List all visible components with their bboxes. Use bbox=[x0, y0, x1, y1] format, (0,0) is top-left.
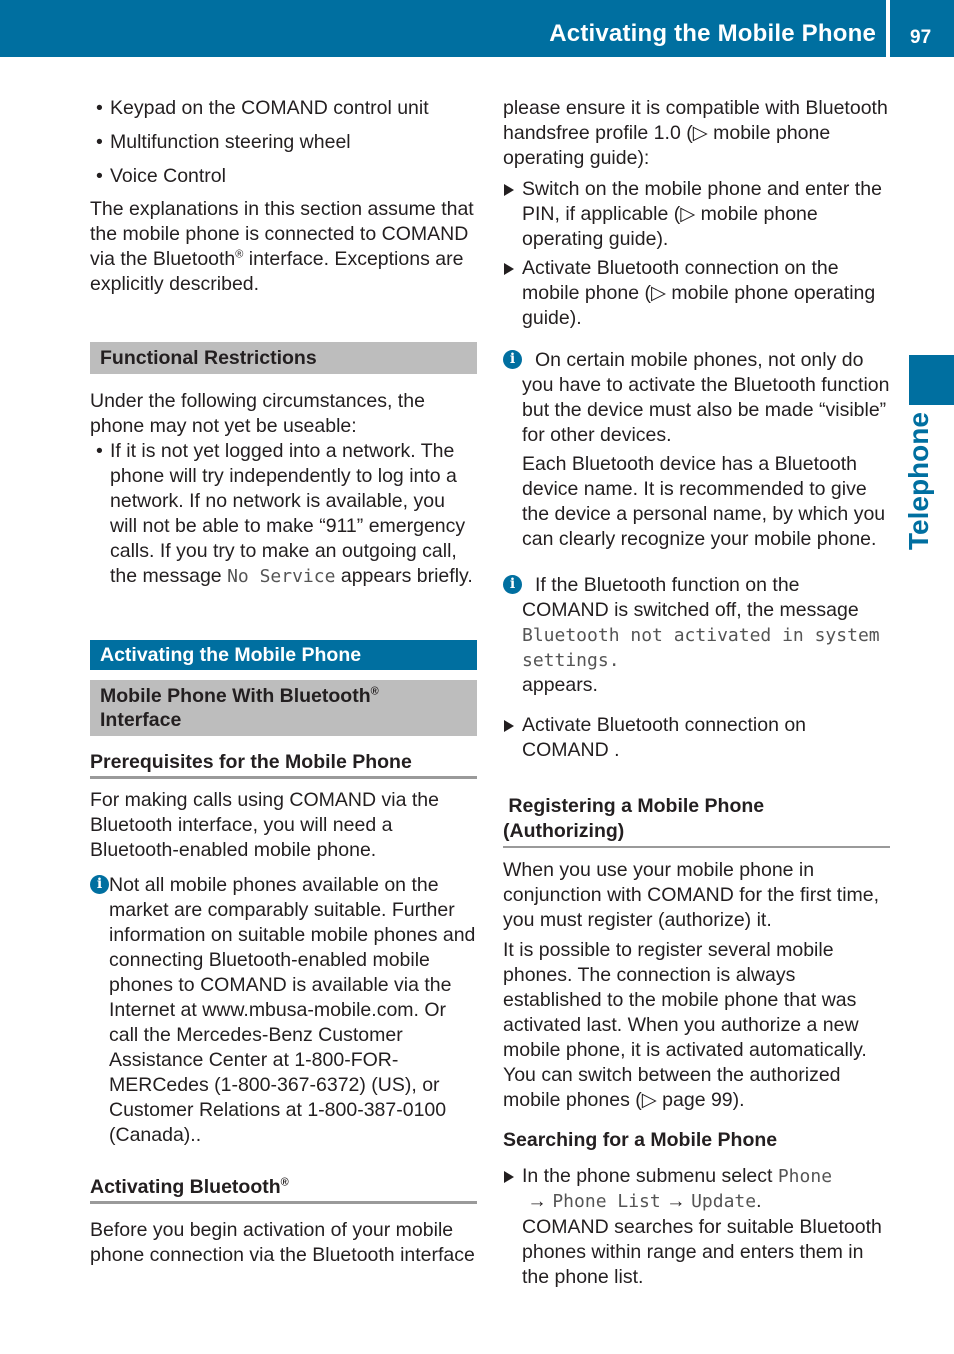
menu-item-phone-list: Phone List bbox=[552, 1191, 661, 1212]
section-heading-functional-restrictions: Functional Restrictions bbox=[90, 342, 477, 374]
subheading-registering: Registering a Mobile Phone (Authorizing) bbox=[503, 795, 770, 842]
subheading-prerequisites: Prerequisites for the Mobile Phone bbox=[90, 750, 477, 779]
list-item: Keypad on the COMAND control unit bbox=[90, 96, 477, 121]
status-message-code: No Service bbox=[227, 566, 336, 587]
info-note: i If the Bluetooth function on the COMAN… bbox=[503, 573, 890, 698]
subheading-activating-bluetooth: Activating Bluetooth® bbox=[90, 1175, 477, 1204]
section-heading-activating: Activating the Mobile Phone bbox=[90, 640, 477, 670]
section-heading-bluetooth-interface: Mobile Phone With Bluetooth® Interface bbox=[90, 680, 477, 736]
info-note: i Not all mobile phones available on the… bbox=[90, 873, 477, 1148]
step-arrow-icon bbox=[504, 720, 514, 732]
step-item: In the phone submenu select Phone → Phon… bbox=[503, 1164, 890, 1290]
right-column: please ensure it is compatible with Blue… bbox=[503, 96, 890, 1290]
step-arrow-icon bbox=[504, 184, 514, 196]
registering-para-2: It is possible to register several mobil… bbox=[503, 939, 867, 1111]
intro-paragraph: The explanations in this section assume … bbox=[90, 198, 474, 295]
restriction-item: If it is not yet logged into a network. … bbox=[90, 439, 477, 589]
side-tab-telephone: Telephone bbox=[903, 412, 934, 550]
search-result-text: COMAND searches for suitable Bluetooth p… bbox=[522, 1216, 882, 1288]
step-item: Switch on the mobile phone and enter the… bbox=[503, 177, 890, 252]
info-icon: i bbox=[503, 575, 522, 594]
menu-item-phone: Phone bbox=[777, 1166, 833, 1187]
registering-para-1: When you use your mobile phone in conjun… bbox=[503, 859, 880, 931]
side-tab-marker bbox=[909, 355, 954, 405]
subheading-searching: Searching for a Mobile Phone bbox=[503, 1129, 778, 1151]
left-column: Keypad on the COMAND control unit Multif… bbox=[90, 96, 477, 1268]
page-number: 97 bbox=[910, 27, 932, 48]
status-message-code: Bluetooth not activated in system settin… bbox=[522, 625, 880, 671]
header-divider bbox=[886, 0, 890, 57]
info-icon: i bbox=[503, 350, 522, 369]
step-arrow-icon bbox=[504, 263, 514, 275]
arrow-icon: → bbox=[666, 1190, 686, 1212]
prerequisites-text: For making calls using COMAND via the Bl… bbox=[90, 789, 439, 861]
header-title: Activating the Mobile Phone bbox=[549, 20, 876, 47]
list-item: Voice Control bbox=[90, 164, 477, 189]
page-header: Activating the Mobile Phone 97 bbox=[0, 0, 954, 57]
activating-bluetooth-text: Before you begin activation of your mobi… bbox=[90, 1219, 475, 1266]
list-item: Multifunction steering wheel bbox=[90, 130, 477, 155]
info-note: i On certain mobile phones, not only do … bbox=[503, 348, 890, 552]
step-item: Activate Bluetooth connection on the mob… bbox=[503, 256, 890, 331]
restrictions-intro: Under the following circumstances, the p… bbox=[90, 390, 425, 437]
step-item: Activate Bluetooth connection on COMAND … bbox=[503, 713, 890, 763]
info-icon: i bbox=[90, 875, 109, 894]
subheading-divider bbox=[503, 846, 890, 848]
arrow-icon: → bbox=[527, 1190, 547, 1212]
menu-item-update: Update bbox=[691, 1191, 757, 1212]
continuation-text: please ensure it is compatible with Blue… bbox=[503, 97, 888, 169]
step-arrow-icon bbox=[504, 1171, 514, 1183]
